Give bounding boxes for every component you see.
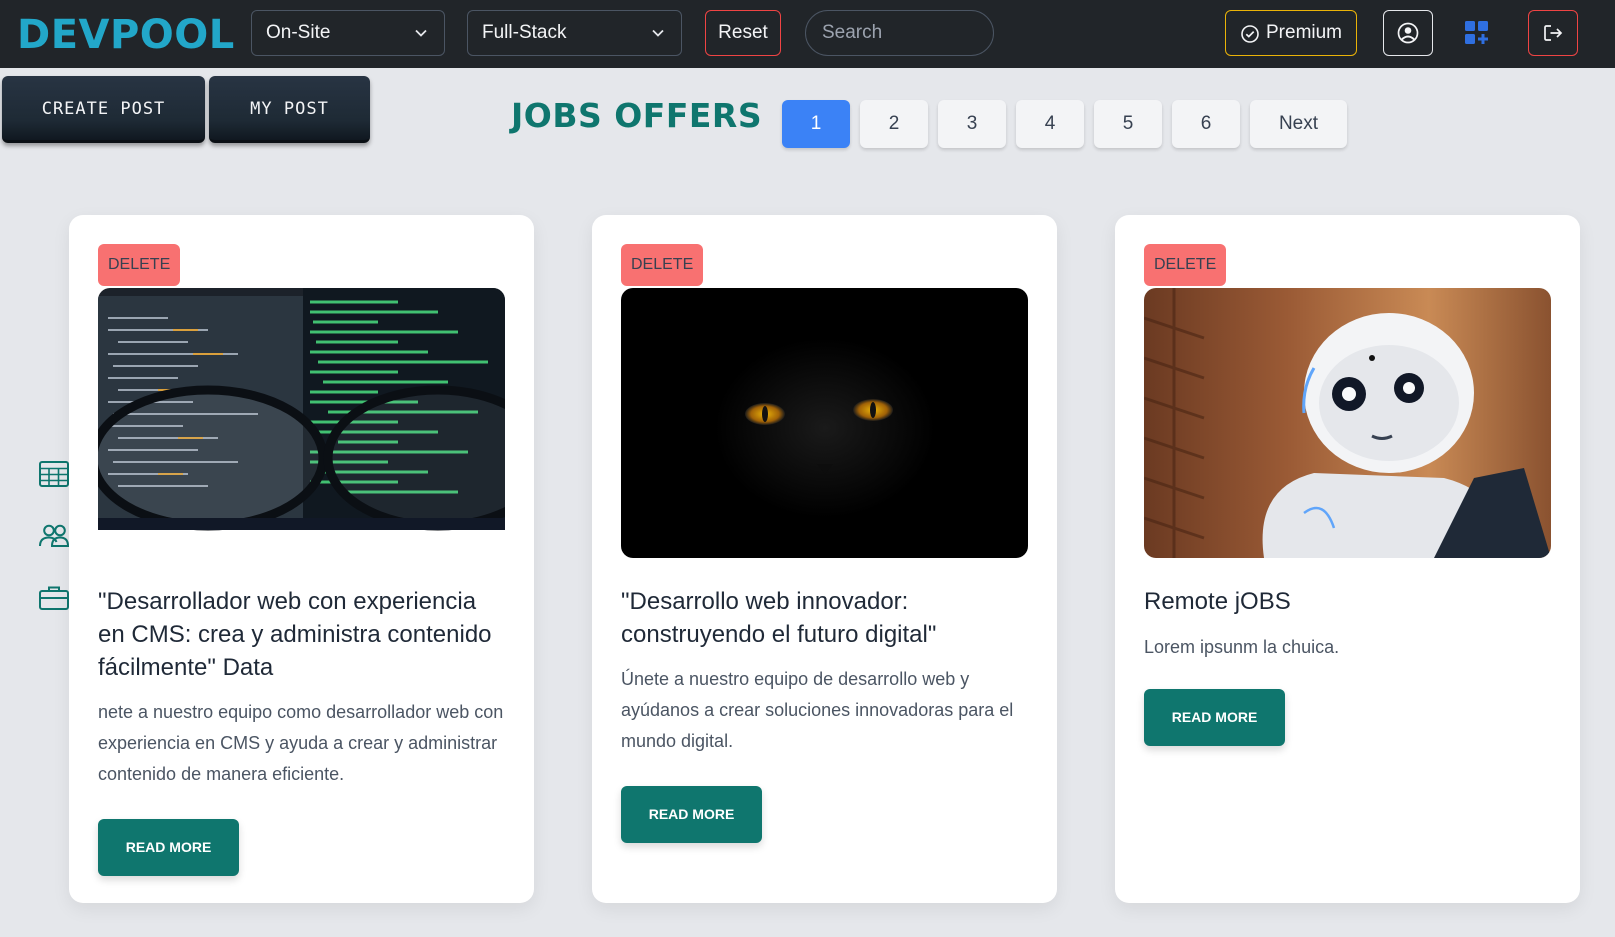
- create-post-button[interactable]: CREATE POST: [2, 76, 205, 143]
- premium-label: Premium: [1266, 22, 1343, 43]
- page-button-1[interactable]: 1: [782, 100, 850, 148]
- job-card: DELETE Remote jOBS Lorem ipsunm la chuic…: [1115, 215, 1580, 903]
- page-button-2[interactable]: 2: [860, 100, 928, 148]
- logo[interactable]: DEVPOOL: [17, 12, 235, 58]
- logout-button[interactable]: [1528, 10, 1578, 56]
- dashboard-add-icon[interactable]: [1460, 16, 1494, 50]
- page-button-4[interactable]: 4: [1016, 100, 1084, 148]
- page-title: JOBS OFFERS: [511, 96, 763, 135]
- black-cat-yellow-eyes-image: [621, 288, 1028, 558]
- page-button-6[interactable]: 6: [1172, 100, 1240, 148]
- card-description: nete a nuestro equipo como desarrollador…: [98, 702, 504, 784]
- job-card: DELETE "Desarrollador web con experienci…: [69, 215, 534, 903]
- search-input[interactable]: [805, 10, 994, 56]
- role-select-value: Full-Stack: [482, 22, 567, 43]
- reset-button[interactable]: Reset: [705, 10, 781, 56]
- read-more-button[interactable]: READ MORE: [621, 786, 762, 843]
- job-card: DELETE "Desarrollo web innovador: constr…: [592, 215, 1057, 903]
- delete-button[interactable]: DELETE: [621, 244, 704, 286]
- read-more-button[interactable]: READ MORE: [98, 819, 239, 876]
- location-select-value: On-Site: [266, 22, 331, 43]
- card-title: Remote jOBS: [1144, 588, 1291, 615]
- logout-icon: [1544, 25, 1563, 41]
- card-description: Lorem ipsunm la chuica.: [1144, 637, 1340, 657]
- location-select[interactable]: On-Site: [251, 10, 445, 56]
- chevron-down-icon: [652, 29, 664, 37]
- read-more-button[interactable]: READ MORE: [1144, 689, 1285, 746]
- table-icon[interactable]: [38, 459, 72, 493]
- role-select[interactable]: Full-Stack: [467, 10, 682, 56]
- card-title: "Desarrollo web innovador: construyendo …: [621, 588, 937, 648]
- top-navbar: DEVPOOL On-Site Full-Stack Reset Premium: [0, 0, 1615, 68]
- briefcase-icon[interactable]: [38, 583, 72, 617]
- my-post-button[interactable]: MY POST: [209, 76, 370, 143]
- users-icon[interactable]: [38, 521, 72, 555]
- chevron-down-icon: [415, 29, 427, 37]
- code-screen-glasses-image: [98, 288, 505, 558]
- card-title: "Desarrollador web con experiencia en CM…: [98, 588, 492, 681]
- white-robot-image: [1144, 288, 1551, 558]
- profile-button[interactable]: [1383, 10, 1433, 56]
- card-description: Únete a nuestro equipo de desarrollo web…: [621, 669, 1014, 751]
- next-page-button[interactable]: Next: [1250, 100, 1347, 148]
- page-button-3[interactable]: 3: [938, 100, 1006, 148]
- user-circle-icon: [1397, 22, 1419, 44]
- delete-button[interactable]: DELETE: [1144, 244, 1227, 286]
- badge-check-icon: [1241, 25, 1259, 43]
- page-button-5[interactable]: 5: [1094, 100, 1162, 148]
- delete-button[interactable]: DELETE: [98, 244, 181, 286]
- premium-button[interactable]: Premium: [1225, 10, 1357, 56]
